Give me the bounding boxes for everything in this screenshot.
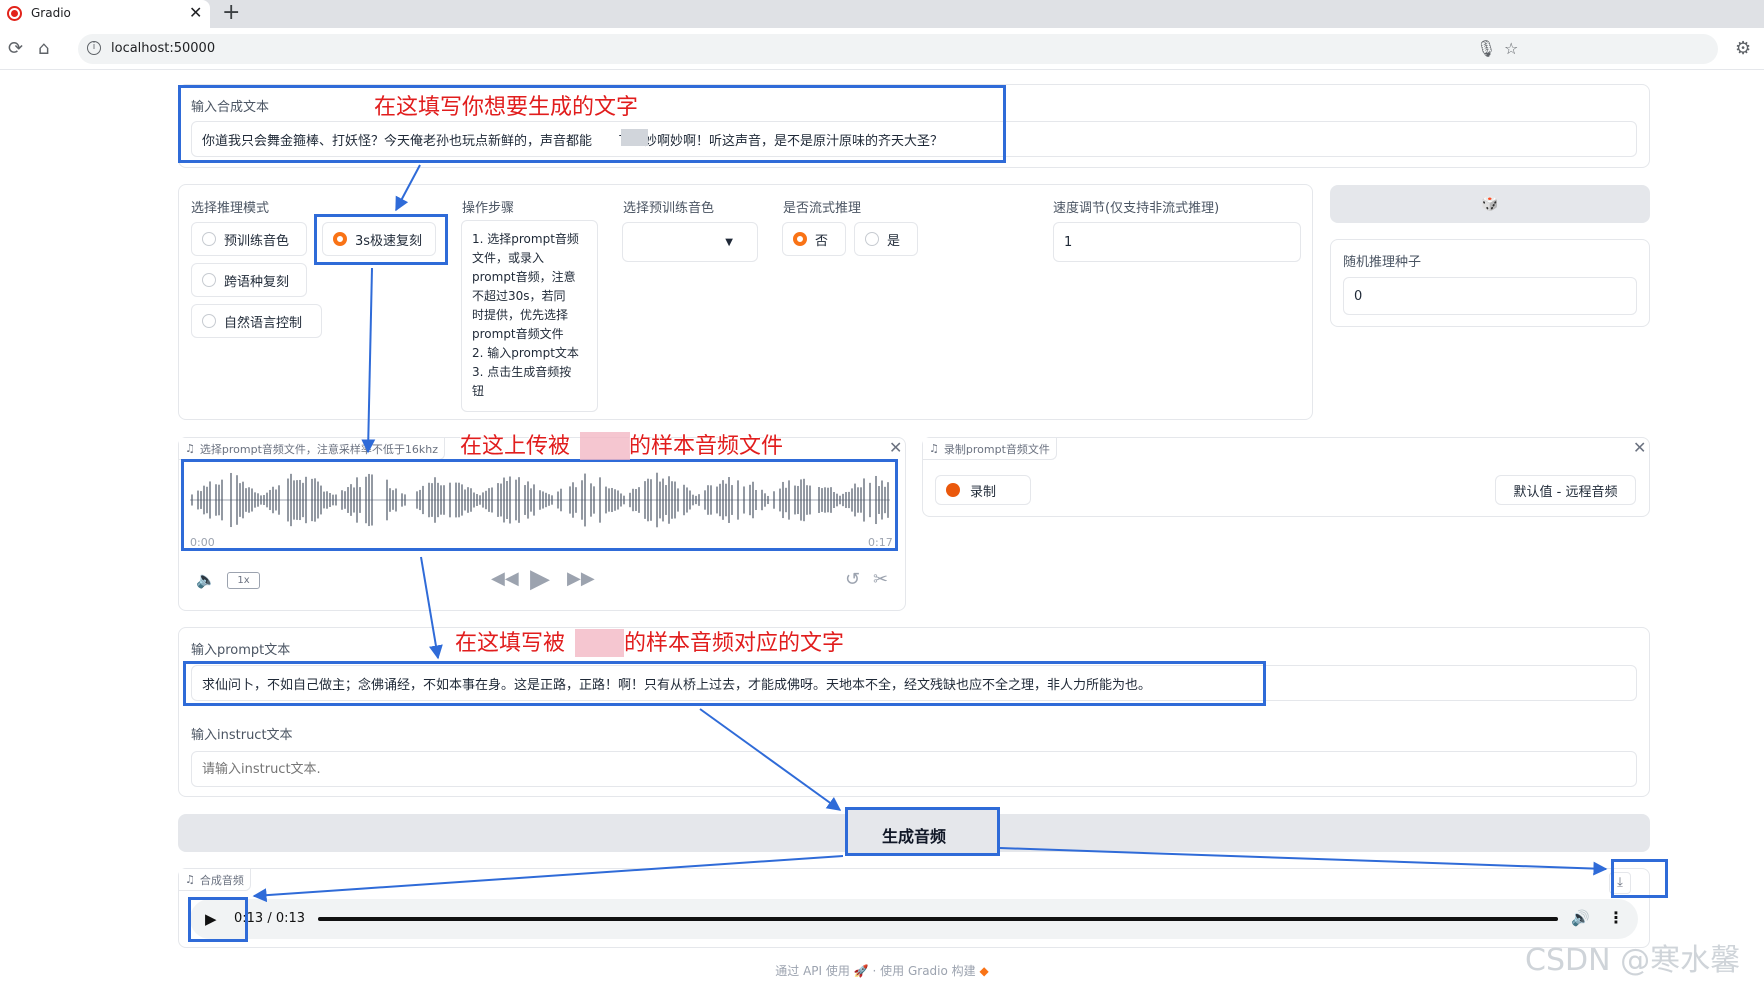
arrow-prompt-to-generate <box>699 708 842 811</box>
arrow-mode-to-audio <box>361 267 376 454</box>
csdn-watermark: CSDN @寒水馨 <box>1525 943 1741 978</box>
arrow-generate-to-download <box>999 847 1608 876</box>
arrow-generate-to-play <box>252 855 844 903</box>
arrow-synth-to-mode <box>395 164 421 212</box>
annotation-arrows <box>252 164 1608 903</box>
arrow-audio-to-prompt <box>420 556 443 660</box>
